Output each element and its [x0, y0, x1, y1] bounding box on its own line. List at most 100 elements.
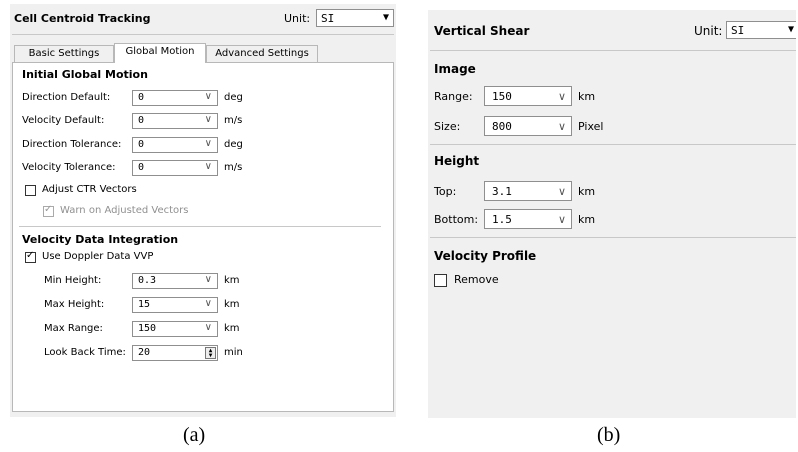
unit-text: km — [224, 275, 240, 286]
combo-value: 800 — [492, 120, 512, 133]
range-label: Range: — [434, 90, 473, 103]
combo-value: 0.3 — [138, 275, 157, 286]
combo-value: 15 — [138, 299, 151, 310]
title-divider — [12, 34, 394, 35]
unit-text: km — [578, 213, 596, 226]
chevron-down-icon: ∨ — [204, 114, 212, 125]
velocity-data-integration-heading: Velocity Data Integration — [22, 233, 179, 246]
section-divider — [430, 237, 796, 238]
caption-b: (b) — [597, 424, 621, 446]
unit-text: km — [224, 323, 240, 334]
size-label: Size: — [434, 120, 461, 133]
tab-label: Basic Settings — [28, 48, 100, 59]
combo-value: 150 — [492, 90, 512, 103]
cell-centroid-tracking-panel: Cell Centroid Tracking Unit: SI ▼ Basic … — [10, 4, 396, 417]
unit-text: deg — [224, 139, 243, 150]
image-heading: Image — [434, 62, 476, 76]
section-divider — [19, 226, 381, 227]
combo-value: 150 — [138, 323, 157, 334]
tab-basic-settings[interactable]: Basic Settings — [14, 45, 114, 63]
chevron-down-icon: ∨ — [557, 120, 566, 133]
min-height-label: Min Height: — [44, 275, 102, 286]
adjust-ctr-vectors-checkbox[interactable] — [25, 185, 36, 196]
unit-text: m/s — [224, 162, 243, 173]
direction-default-combo[interactable]: 0 ∨ — [132, 90, 218, 106]
top-label: Top: — [434, 185, 457, 198]
chevron-down-icon: ∨ — [557, 213, 566, 226]
use-doppler-data-label: Use Doppler Data VVP — [42, 251, 154, 262]
bottom-combo[interactable]: 1.5 ∨ — [484, 209, 572, 229]
combo-value: 0 — [138, 139, 145, 150]
remove-checkbox[interactable] — [434, 274, 447, 287]
panel-title: Vertical Shear — [434, 24, 530, 38]
tab-label: Global Motion — [125, 46, 195, 57]
warn-adjusted-vectors-label: Warn on Adjusted Vectors — [60, 205, 189, 216]
chevron-down-icon: ∨ — [557, 90, 566, 103]
direction-tolerance-label: Direction Tolerance: — [22, 139, 122, 150]
tab-global-motion[interactable]: Global Motion — [114, 43, 206, 63]
spin-down-icon: ▼ — [208, 352, 213, 359]
section-divider — [430, 144, 796, 145]
chevron-down-icon: ∨ — [204, 298, 212, 309]
dropdown-arrow-icon: ▼ — [787, 24, 794, 35]
height-heading: Height — [434, 154, 480, 168]
combo-value: 0 — [138, 162, 145, 173]
panel-title: Cell Centroid Tracking — [14, 12, 151, 25]
unit-text: km — [578, 185, 596, 198]
unit-text: deg — [224, 92, 243, 103]
velocity-profile-heading: Velocity Profile — [434, 249, 537, 263]
vertical-shear-panel: Vertical Shear Unit: SI ▼ Image Range: 1… — [428, 10, 796, 418]
chevron-down-icon: ∨ — [204, 138, 212, 149]
unit-text: km — [224, 299, 240, 310]
unit-select[interactable]: SI ▼ — [726, 21, 796, 39]
dropdown-arrow-icon: ▼ — [382, 12, 389, 23]
unit-text: Pixel — [578, 120, 604, 133]
spin-arrows-icon[interactable]: ▲ ▼ — [205, 347, 216, 359]
max-height-label: Max Height: — [44, 299, 105, 310]
combo-value: 1.5 — [492, 213, 512, 226]
adjust-ctr-vectors-label: Adjust CTR Vectors — [42, 184, 137, 195]
velocity-default-combo[interactable]: 0 ∨ — [132, 113, 218, 129]
combo-value: 3.1 — [492, 185, 512, 198]
direction-default-label: Direction Default: — [22, 92, 111, 103]
chevron-down-icon: ∨ — [204, 161, 212, 172]
chevron-down-icon: ∨ — [204, 91, 212, 102]
check-icon: ✓ — [44, 204, 53, 215]
velocity-tolerance-label: Velocity Tolerance: — [22, 162, 116, 173]
spin-value: 20 — [138, 347, 151, 358]
max-range-combo[interactable]: 150 ∨ — [132, 321, 218, 337]
top-combo[interactable]: 3.1 ∨ — [484, 181, 572, 201]
chevron-down-icon: ∨ — [204, 274, 212, 285]
chevron-down-icon: ∨ — [204, 322, 212, 333]
velocity-default-label: Velocity Default: — [22, 115, 105, 126]
initial-global-motion-heading: Initial Global Motion — [22, 68, 148, 81]
unit-value: SI — [321, 12, 335, 25]
check-icon: ✓ — [26, 250, 35, 261]
global-motion-tab-page: Initial Global Motion Direction Default:… — [12, 62, 394, 412]
look-back-time-spinbox[interactable]: 20 ▲ ▼ — [132, 345, 218, 361]
look-back-time-label: Look Back Time: — [44, 347, 126, 358]
direction-tolerance-combo[interactable]: 0 ∨ — [132, 137, 218, 153]
combo-value: 0 — [138, 115, 145, 126]
unit-label: Unit: — [694, 24, 723, 38]
warn-adjusted-vectors-checkbox[interactable]: ✓ — [43, 204, 54, 217]
min-height-combo[interactable]: 0.3 ∨ — [132, 273, 218, 289]
max-height-combo[interactable]: 15 ∨ — [132, 297, 218, 313]
remove-label: Remove — [454, 273, 499, 286]
tab-label: Advanced Settings — [215, 48, 309, 59]
range-combo[interactable]: 150 ∨ — [484, 86, 572, 106]
bottom-label: Bottom: — [434, 213, 479, 226]
caption-a: (a) — [183, 424, 206, 446]
title-divider — [430, 50, 796, 51]
size-combo[interactable]: 800 ∨ — [484, 116, 572, 136]
unit-text: min — [224, 347, 243, 358]
unit-value: SI — [731, 24, 745, 37]
unit-text: km — [578, 90, 596, 103]
unit-select[interactable]: SI ▼ — [316, 9, 394, 27]
unit-label: Unit: — [284, 12, 311, 25]
use-doppler-data-checkbox[interactable]: ✓ — [25, 250, 36, 263]
tab-advanced-settings[interactable]: Advanced Settings — [206, 45, 318, 63]
combo-value: 0 — [138, 92, 145, 103]
velocity-tolerance-combo[interactable]: 0 ∨ — [132, 160, 218, 176]
chevron-down-icon: ∨ — [557, 185, 566, 198]
